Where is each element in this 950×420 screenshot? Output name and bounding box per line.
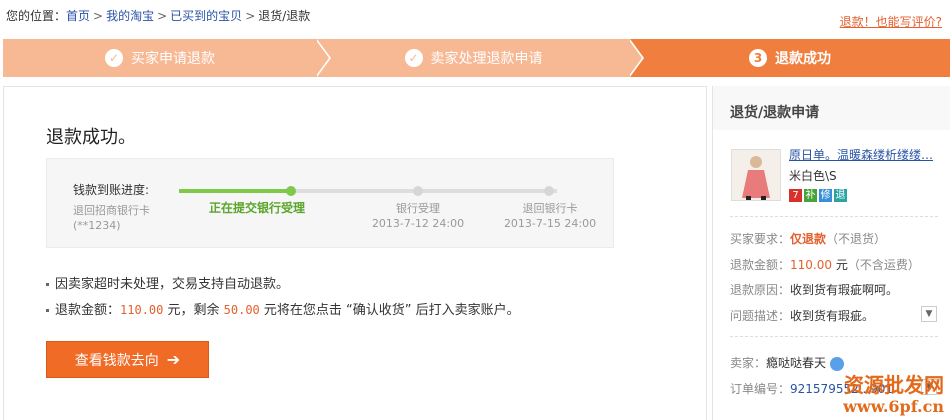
item-thumbnail[interactable] (731, 149, 781, 201)
note-text: 元将在您点击 “确认收货” 后打入卖家账户。 (259, 303, 520, 318)
step-divider (628, 39, 642, 77)
repair-icon[interactable]: 修 (819, 189, 832, 202)
progress-node-submitting: 正在提交银行受理 (182, 201, 332, 216)
step-refund-success: 3 退款成功 (630, 39, 950, 77)
button-label: 查看钱款去向 (74, 352, 159, 369)
refund-reason-row: 退款原因：收到货有瑕疵啊呵。 (730, 281, 898, 298)
return-icon[interactable]: 退 (834, 189, 847, 202)
row-key: 退款原因： (730, 283, 791, 297)
breadcrumb-separator: > (245, 9, 256, 23)
step-divider (315, 39, 329, 77)
row-key: 卖家： (730, 356, 767, 370)
note-text: 因卖家超时未处理，交易支持自动退款。 (55, 277, 290, 292)
wangwang-chat-icon[interactable] (830, 356, 845, 371)
progress-node-returned: 退回银行卡 2013-7-15 24:00 (475, 201, 625, 231)
node-title: 退回银行卡 (522, 202, 578, 215)
row-value: 收到货有瑕疵啊呵。 (790, 283, 899, 297)
breadcrumb-prefix: 您的位置： (6, 9, 67, 23)
row-key: 退款金额： (730, 258, 791, 272)
refund-summary-sidebar: 退货/退款申请 原日单。温暖森缕析缕缕… 米白色\S 7 补 修 退 买家要求：… (712, 86, 950, 420)
node-title: 正在提交银行受理 (208, 201, 305, 215)
refund-review-link[interactable]: 退款！也能写评价? (840, 13, 942, 30)
check-icon: ✓ (105, 49, 123, 67)
progress-label: 钱款到账进度: (73, 183, 150, 197)
row-value: 收到货有瑕疵。 (790, 309, 875, 323)
step-number-badge: 3 (749, 49, 767, 67)
refund-steps-bar: ✓ 买家申请退款 ✓ 卖家处理退款申请 3 退款成功 (3, 39, 950, 77)
buyer-request-row: 买家要求：仅退款（不退货） (730, 230, 886, 247)
row-note: （不含运费） (847, 258, 920, 272)
divider (730, 336, 938, 337)
progress-dot (413, 186, 423, 196)
row-unit: 元 (832, 258, 848, 272)
breadcrumb-my-taobao[interactable]: 我的淘宝 (106, 9, 154, 23)
item-sku: 米白色\S (789, 169, 837, 183)
breadcrumb-home[interactable]: 首页 (66, 9, 90, 23)
service-badges: 7 补 修 退 (789, 189, 847, 202)
page-title: 退款成功。 (46, 127, 136, 148)
note-text: 退款金额： (55, 303, 121, 318)
bullet-icon (46, 283, 49, 286)
refund-destination: 退回招商银行卡 (**1234) (73, 203, 150, 233)
row-key: 买家要求： (730, 232, 791, 246)
chevron-down-icon[interactable]: ▼ (921, 306, 937, 322)
breadcrumb: 您的位置：首页 > 我的淘宝 > 已买到的宝贝 > 退货/退款 (6, 7, 310, 24)
row-note: （不退货） (826, 232, 887, 246)
refund-progress-box: 钱款到账进度: 退回招商银行卡 (**1234) 正在提交银行受理 银行受理 2… (46, 158, 614, 248)
destination-card: (**1234) (73, 219, 121, 232)
breadcrumb-separator: > (93, 9, 104, 23)
step-label: 买家申请退款 (131, 51, 215, 67)
watermark-url: www.6pf.cn (843, 397, 944, 416)
destination-bank: 退回招商银行卡 (73, 204, 150, 217)
refund-amount: 110.00 (120, 303, 164, 317)
seller-name[interactable]: 瘾哒哒春天 (766, 356, 826, 370)
seller-row: 卖家：瘾哒哒春天 (730, 354, 845, 371)
progress-node-bank-accept: 银行受理 2013-7-12 24:00 (343, 201, 493, 231)
progress-track-done (179, 189, 291, 193)
step-label: 卖家处理退款申请 (430, 51, 543, 67)
row-value: 仅退款 (790, 232, 827, 246)
bullet-icon (46, 309, 49, 312)
arrow-right-icon: ➔ (166, 350, 181, 369)
sidebar-header: 退货/退款申请 (713, 86, 950, 130)
refund-amount-row: 退款金额：110.00 元（不含运费） (730, 256, 920, 273)
refund-amount-note: 退款金额：110.00 元，剩余 50.00 元将在您点击 “确认收货” 后打入… (46, 299, 520, 318)
breadcrumb-separator: > (157, 9, 168, 23)
auto-refund-note: 因卖家超时未处理，交易支持自动退款。 (46, 273, 289, 292)
breadcrumb-bought-items[interactable]: 已买到的宝贝 (170, 9, 242, 23)
node-date: 2013-7-12 24:00 (371, 217, 465, 230)
row-value: 110.00 (790, 258, 833, 272)
check-icon: ✓ (404, 49, 423, 67)
track-refund-button[interactable]: 查看钱款去向 ➔ (46, 341, 209, 378)
sidebar-title: 退货/退款申请 (730, 105, 820, 121)
note-text: 元，剩余 (163, 303, 224, 318)
refund-main-panel: 退款成功。 钱款到账进度: 退回招商银行卡 (**1234) 正在提交银行受理 … (3, 86, 707, 420)
site-watermark: 资源批发网 www.6pf.cn (843, 374, 944, 418)
row-key: 订单编号： (730, 382, 791, 396)
watermark-text: 资源批发网 (844, 373, 944, 397)
remaining-amount: 50.00 (223, 303, 260, 317)
breadcrumb-current: 退货/退款 (258, 9, 311, 23)
step-label: 退款成功 (775, 51, 831, 67)
divider (730, 216, 938, 217)
compensation-icon[interactable]: 补 (804, 189, 817, 202)
item-name-link[interactable]: 原日单。温暖森缕析缕缕… (789, 146, 941, 163)
progress-dot (544, 186, 554, 196)
seven-day-return-icon[interactable]: 7 (789, 189, 802, 202)
step-buyer-apply: ✓ 买家申请退款 (3, 39, 317, 77)
node-title: 银行受理 (396, 202, 440, 215)
progress-dot-current (286, 186, 296, 196)
step-seller-process: ✓ 卖家处理退款申请 (317, 39, 630, 77)
row-key: 问题描述： (730, 309, 791, 323)
node-date: 2013-7-15 24:00 (503, 217, 597, 230)
problem-desc-row: 问题描述：收到货有瑕疵。 (730, 307, 874, 324)
